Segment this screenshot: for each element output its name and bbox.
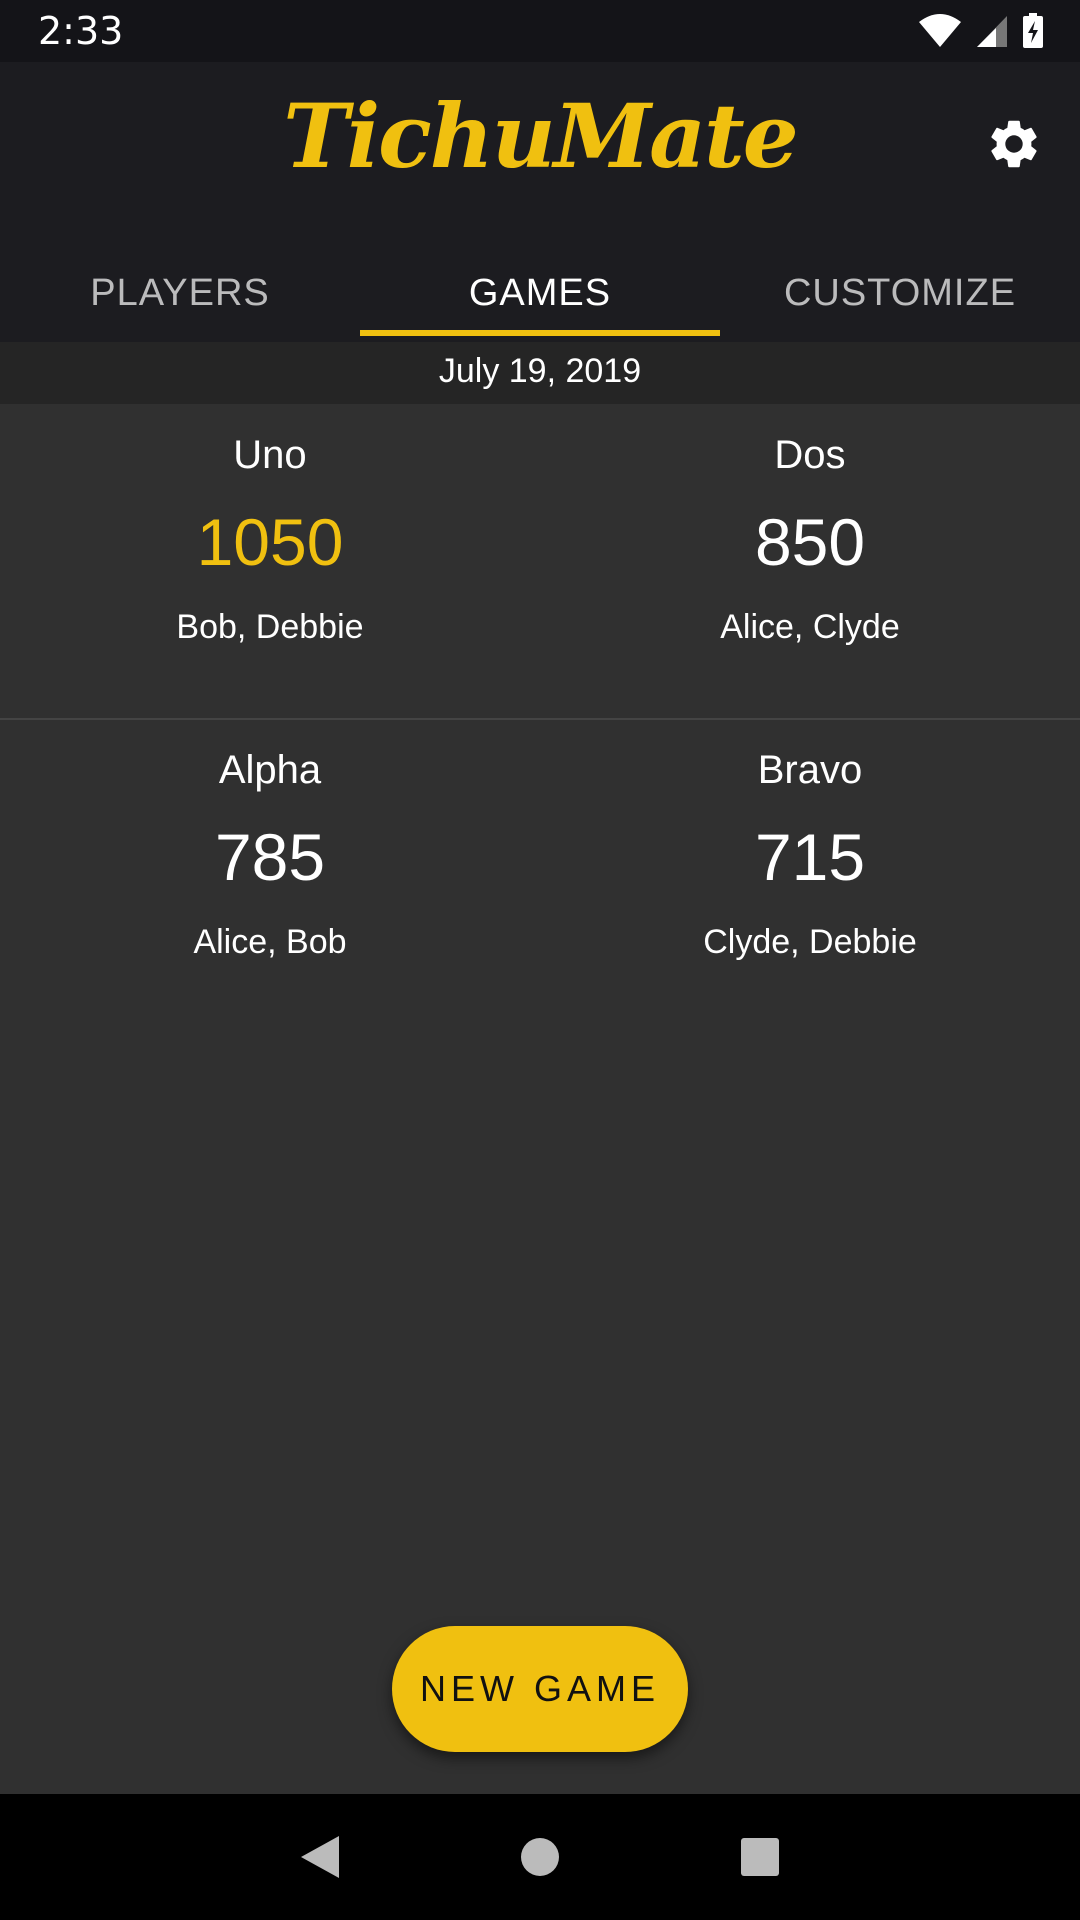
team-right: Dos 850 Alice, Clyde xyxy=(540,404,1080,718)
gear-icon xyxy=(991,120,1037,168)
status-icons xyxy=(918,13,1044,49)
game-row[interactable]: Alpha 785 Alice, Bob Bravo 715 Clyde, De… xyxy=(0,719,1080,1033)
battery-charging-icon xyxy=(1023,13,1043,48)
team-score: 850 xyxy=(754,505,866,579)
home-button[interactable] xyxy=(510,1827,570,1887)
team-name: Alpha xyxy=(218,748,322,792)
app-bar: TichuMate PLAYERS GAMES CUSTOMIZE xyxy=(0,62,1080,342)
status-time: 2:33 xyxy=(38,9,124,53)
team-name: Bravo xyxy=(757,748,863,792)
team-score: 1050 xyxy=(196,505,344,579)
back-icon xyxy=(301,1836,339,1878)
team-players: Alice, Bob xyxy=(193,923,347,961)
recents-button[interactable] xyxy=(730,1827,790,1887)
back-button[interactable] xyxy=(290,1827,350,1887)
tab-players[interactable]: PLAYERS xyxy=(0,262,360,342)
team-players: Clyde, Debbie xyxy=(703,923,917,961)
team-players: Bob, Debbie xyxy=(176,608,364,646)
tab-customize[interactable]: CUSTOMIZE xyxy=(720,262,1080,342)
team-name: Uno xyxy=(233,433,307,477)
navigation-bar xyxy=(0,1794,1080,1920)
date-header: July 19, 2019 xyxy=(0,342,1080,404)
team-right: Bravo 715 Clyde, Debbie xyxy=(540,719,1080,1033)
cell-signal-icon xyxy=(977,16,1007,47)
team-name: Dos xyxy=(774,433,846,477)
recents-icon xyxy=(741,1838,779,1876)
status-bar: 2:33 xyxy=(0,0,1080,62)
settings-button[interactable] xyxy=(976,106,1052,182)
new-game-button[interactable]: NEW GAME xyxy=(392,1626,688,1752)
team-score: 785 xyxy=(214,820,326,894)
game-row[interactable]: Uno 1050 Bob, Debbie Dos 850 Alice, Clyd… xyxy=(0,404,1080,720)
team-players: Alice, Clyde xyxy=(720,608,900,646)
team-left: Alpha 785 Alice, Bob xyxy=(0,719,540,1033)
wifi-icon xyxy=(919,14,961,47)
home-icon xyxy=(521,1838,559,1876)
team-left: Uno 1050 Bob, Debbie xyxy=(0,404,540,718)
tab-games[interactable]: GAMES xyxy=(360,262,720,342)
tab-bar: PLAYERS GAMES CUSTOMIZE xyxy=(0,262,1080,342)
team-score: 715 xyxy=(754,820,866,894)
app-logo: TichuMate xyxy=(283,84,799,188)
